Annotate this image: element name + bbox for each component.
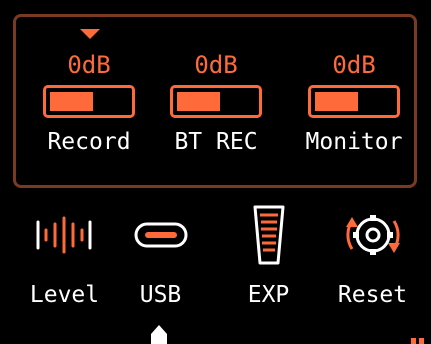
- menu-item-label: EXP: [247, 282, 290, 308]
- menu-selection-cursor: [151, 325, 167, 334]
- page-indicator: [411, 336, 427, 344]
- fader-fill: [315, 92, 358, 111]
- reset-gear-icon: [345, 215, 400, 255]
- channel-record[interactable]: 0dB Record: [39, 51, 139, 156]
- channel-label: Monitor: [305, 129, 403, 155]
- channel-fader[interactable]: [43, 85, 135, 118]
- menu-item-reset[interactable]: Reset: [320, 203, 425, 323]
- fader-fill: [50, 92, 93, 111]
- channel-fader[interactable]: [170, 85, 262, 118]
- fader-fill: [177, 92, 220, 111]
- channel-fader[interactable]: [308, 85, 400, 118]
- menu-item-label: USB: [139, 282, 182, 308]
- menu-item-usb[interactable]: USB: [108, 203, 213, 323]
- channel-db-value: 0dB: [67, 51, 111, 79]
- menu-item-exp[interactable]: EXP: [216, 203, 321, 323]
- level-meter-icon: [36, 216, 91, 254]
- menu-item-label: Level: [29, 282, 100, 308]
- channel-db-value: 0dB: [332, 51, 376, 79]
- selected-channel-marker: [80, 29, 100, 39]
- menu-item-label: Reset: [337, 282, 408, 308]
- channel-monitor[interactable]: 0dB Monitor: [304, 51, 404, 156]
- channel-label: BT REC: [174, 129, 258, 155]
- menu-item-level[interactable]: Level: [12, 203, 117, 323]
- usb-c-port-icon: [134, 222, 187, 248]
- channel-bt-rec[interactable]: 0dB BT REC: [166, 51, 266, 156]
- channel-db-value: 0dB: [194, 51, 238, 79]
- channel-label: Record: [47, 129, 131, 155]
- expression-pedal-icon: [253, 205, 284, 265]
- menu-selection-bar: [151, 334, 167, 344]
